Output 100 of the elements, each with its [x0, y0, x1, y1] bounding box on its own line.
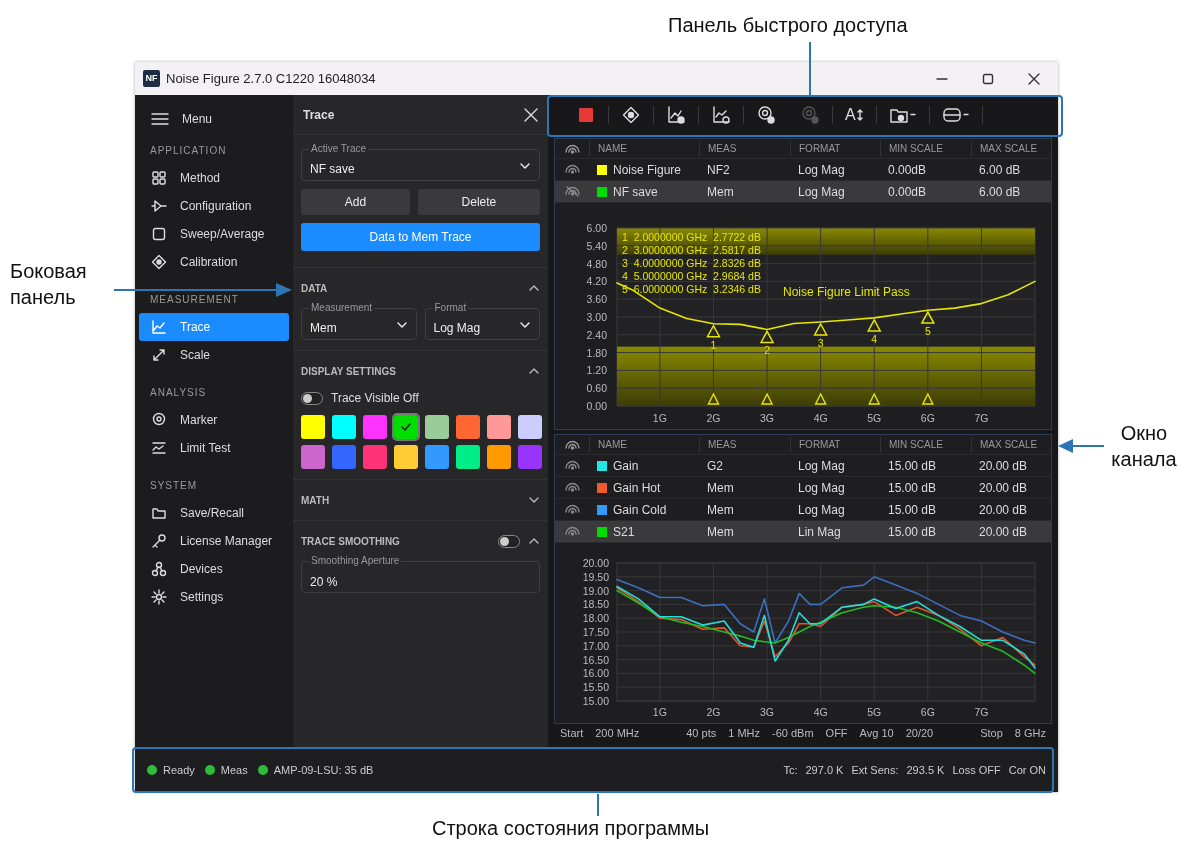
sidebar-item[interactable]: Sweep/Average — [139, 220, 289, 248]
chart-lines-icon — [151, 440, 167, 456]
color-swatch[interactable] — [394, 415, 418, 439]
table-cell-text: Noise Figure — [613, 161, 682, 179]
callout-label: Панель быстрого доступа — [668, 13, 908, 38]
eye-icon[interactable] — [565, 482, 580, 493]
axis-label: 17.00 — [582, 639, 609, 652]
table-row[interactable]: NF save Mem Log Mag 0.00dB 6.00 dB — [555, 181, 1051, 203]
color-swatch[interactable] — [394, 445, 418, 469]
chart-add-icon[interactable] — [666, 105, 686, 125]
color-swatch[interactable] — [456, 445, 480, 469]
menu-button[interactable]: Menu — [139, 105, 289, 133]
table-cell-text: Log Mag — [797, 161, 846, 179]
diamond-icon[interactable] — [621, 105, 641, 125]
toggle-label: Trace Visible Off — [331, 390, 419, 407]
close-icon[interactable] — [1028, 72, 1040, 85]
color-swatch[interactable] — [363, 445, 387, 469]
button[interactable]: Add — [301, 189, 410, 215]
toggle-switch[interactable] — [301, 391, 323, 405]
location-pin-icon — [151, 412, 167, 428]
axis-label: 7G — [974, 412, 989, 424]
marker-label: 1 — [710, 338, 717, 351]
table-cell-text: G2 — [706, 457, 724, 475]
eye-icon[interactable] — [565, 460, 580, 471]
footer-text: 200 MHz — [595, 726, 640, 741]
sidebar-item[interactable]: License Manager — [139, 527, 289, 555]
axis-label: 4G — [813, 706, 828, 718]
pin-gear-icon[interactable] — [756, 105, 776, 125]
text-size-button[interactable]: A — [833, 103, 876, 127]
table-cell-text: Lin Mag — [797, 523, 842, 541]
table-row[interactable]: Gain Hot Mem Log Mag 15.00 dB 20.00 dB — [555, 477, 1051, 499]
table-cell-text: 20.00 dB — [978, 501, 1029, 519]
marker-icon — [868, 392, 881, 405]
field-label: Format — [432, 302, 469, 314]
table-cell-text: Gain Cold — [613, 501, 667, 519]
table-row[interactable]: S21 Mem Lin Mag 15.00 dB 20.00 dB — [555, 521, 1051, 543]
color-swatch[interactable] — [487, 415, 511, 439]
axis-label: 3.00 — [586, 311, 607, 323]
status-text: Ext Sens: — [851, 762, 899, 778]
eye-icon — [565, 439, 580, 450]
sidebar-item[interactable]: Limit Test — [139, 434, 289, 462]
axis-label: 3G — [760, 412, 775, 424]
eye-icon — [565, 143, 580, 154]
axis-label: 7G — [974, 706, 989, 718]
limit-status: Noise Figure Limit Pass — [783, 285, 910, 299]
color-swatch[interactable] — [456, 415, 480, 439]
eye-icon[interactable] — [565, 164, 580, 175]
table-cell-text: Log Mag — [797, 457, 846, 475]
color-swatch[interactable] — [518, 415, 542, 439]
table-cell-text: NF save — [613, 183, 658, 201]
marker-icon — [760, 392, 774, 405]
color-swatch[interactable] — [332, 445, 356, 469]
color-swatch[interactable] — [301, 445, 325, 469]
field-label: Measurement — [309, 302, 375, 314]
field-label: Active Trace — [309, 143, 369, 155]
panel-title: Trace — [303, 106, 335, 124]
table-row[interactable]: Gain G2 Log Mag 15.00 dB 20.00 dB — [555, 455, 1051, 477]
column-header: NAME — [589, 437, 699, 452]
sidebar-item[interactable]: Method — [139, 164, 289, 192]
color-swatch[interactable] — [425, 445, 449, 469]
sidebar-item[interactable]: Scale — [139, 341, 289, 369]
button[interactable]: Delete — [417, 189, 540, 215]
axis-label: 15.00 — [582, 695, 609, 707]
color-swatch[interactable] — [487, 445, 511, 469]
axis-label: 18.00 — [582, 612, 609, 625]
layout-icon[interactable] — [941, 105, 970, 125]
sidebar-item[interactable]: Settings — [139, 583, 289, 611]
axis-label: 1.80 — [586, 346, 607, 359]
up-down-arrow-icon — [855, 109, 864, 121]
status-text: Tc: — [783, 762, 798, 778]
sidebar-item[interactable]: Configuration — [139, 192, 289, 220]
sidebar-item[interactable]: Devices — [139, 555, 289, 583]
leader-line — [597, 794, 599, 816]
color-swatch[interactable] — [363, 415, 387, 439]
sidebar-item[interactable]: Calibration — [139, 248, 289, 276]
color-swatch[interactable] — [518, 445, 542, 469]
axis-label: 6.00 — [586, 222, 607, 234]
color-swatch[interactable] — [425, 415, 449, 439]
footer-text: 40 pts — [686, 726, 717, 741]
marker-icon — [707, 392, 720, 405]
chart-gear-icon[interactable] — [711, 105, 731, 125]
color-swatch[interactable] — [332, 415, 356, 439]
footer-text: -60 dBm — [772, 726, 814, 741]
stop-icon[interactable] — [576, 105, 596, 125]
sidebar-item[interactable]: Save/Recall — [139, 499, 289, 527]
toggle-switch[interactable] — [498, 534, 520, 548]
marker-label: 3 — [817, 336, 824, 349]
column-header: MAX SCALE — [971, 141, 1051, 156]
eye-icon[interactable] — [565, 504, 580, 515]
eye-crossed-icon[interactable] — [565, 186, 580, 197]
maximize-icon[interactable] — [982, 72, 994, 85]
check-icon — [400, 421, 412, 433]
table-cell-text: 15.00 dB — [887, 479, 938, 497]
color-swatch[interactable] — [301, 415, 325, 439]
sidebar-item[interactable]: Marker — [139, 406, 289, 434]
table-cell-text: Log Mag — [797, 183, 846, 201]
status-text: 293.5 K — [906, 762, 945, 778]
axis-label: 0.00 — [586, 400, 607, 412]
marker-readout: 1 2.0000000 GHz 2.7722 dB — [622, 231, 761, 243]
eye-icon[interactable] — [565, 526, 580, 537]
